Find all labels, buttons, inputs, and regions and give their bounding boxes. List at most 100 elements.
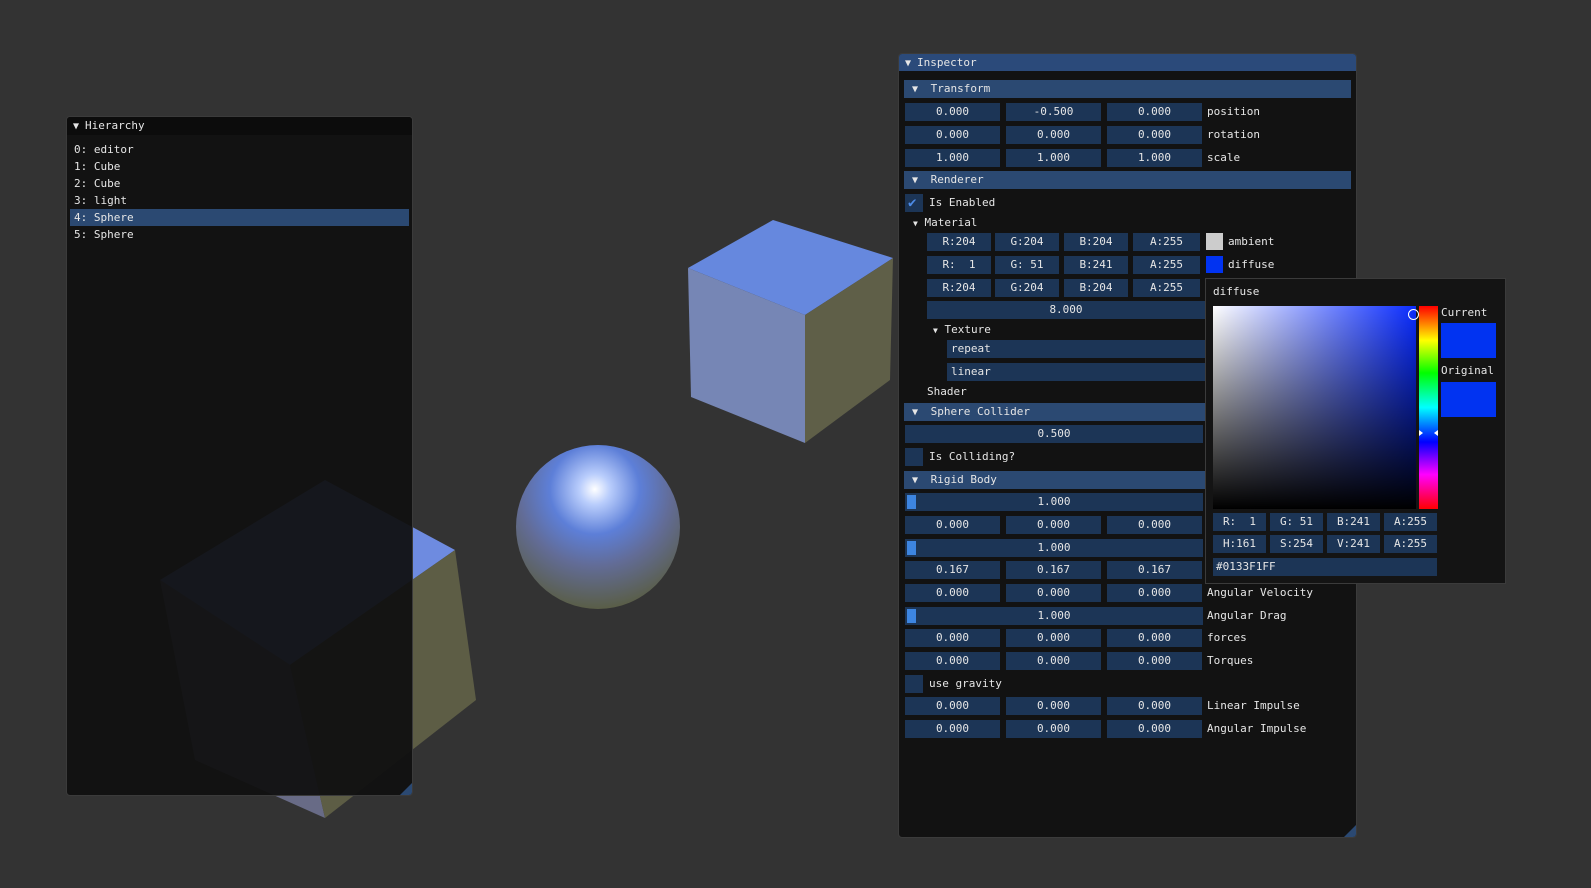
hex-input[interactable]: #0133F1FF xyxy=(1213,558,1437,576)
resize-grip[interactable] xyxy=(400,783,412,795)
collapse-triangle-icon[interactable]: ▼ xyxy=(912,404,924,422)
specular-a-field[interactable]: A:255 xyxy=(1133,279,1200,297)
ambient-a-field[interactable]: A:255 xyxy=(1133,233,1200,251)
angular-impulse-label: Angular Impulse xyxy=(1207,722,1307,735)
hierarchy-item-selected[interactable]: 4: Sphere xyxy=(70,209,409,226)
shader-label[interactable]: Shader xyxy=(927,383,967,401)
saturation-value-square[interactable] xyxy=(1213,306,1419,509)
scale-label: scale xyxy=(1207,151,1241,164)
renderer-header[interactable]: ▼ Renderer xyxy=(904,171,1351,189)
is-enabled-checkbox[interactable]: ✔ xyxy=(905,194,923,212)
picker-h-field[interactable]: H:161 xyxy=(1213,535,1266,553)
picker-s-field[interactable]: S:254 xyxy=(1270,535,1323,553)
forces-z-field[interactable]: 0.000 xyxy=(1107,629,1202,647)
ambient-b-field[interactable]: B:204 xyxy=(1064,233,1128,251)
hue-bar[interactable] xyxy=(1419,306,1438,509)
specular-b-field[interactable]: B:204 xyxy=(1064,279,1128,297)
collider-radius-field[interactable]: 0.500 xyxy=(905,425,1203,443)
inspector-titlebar[interactable]: ▼ Inspector xyxy=(899,54,1356,71)
scale-z-field[interactable]: 1.000 xyxy=(1107,149,1202,167)
slider-grab[interactable] xyxy=(907,609,916,623)
picker-b-field[interactable]: B:241 xyxy=(1327,513,1380,531)
linear-impulse-x-field[interactable]: 0.000 xyxy=(905,697,1000,715)
rotation-y-field[interactable]: 0.000 xyxy=(1006,126,1101,144)
ambient-color-swatch[interactable] xyxy=(1206,233,1223,250)
angular-impulse-y-field[interactable]: 0.000 xyxy=(1006,720,1101,738)
material-label: Material xyxy=(924,216,978,229)
diffuse-g-field[interactable]: G: 51 xyxy=(995,256,1059,274)
collapse-triangle-icon[interactable]: ▼ xyxy=(73,118,85,136)
scale-y-field[interactable]: 1.000 xyxy=(1006,149,1101,167)
use-gravity-checkbox[interactable] xyxy=(905,675,923,693)
ambient-g-field[interactable]: G:204 xyxy=(995,233,1059,251)
linear-impulse-y-field[interactable]: 0.000 xyxy=(1006,697,1101,715)
angular-velocity-label: Angular Velocity xyxy=(1207,586,1313,599)
picker-v-field[interactable]: V:241 xyxy=(1327,535,1380,553)
hierarchy-item[interactable]: 5: Sphere xyxy=(70,226,409,243)
slider-grab[interactable] xyxy=(907,541,916,555)
texture-filter-combo[interactable]: linear xyxy=(947,363,1205,381)
torques-y-field[interactable]: 0.000 xyxy=(1006,652,1101,670)
inertia-x-field[interactable]: 0.167 xyxy=(905,561,1000,579)
material-tree-node[interactable]: ▼ Material xyxy=(913,214,977,232)
linear-impulse-z-field[interactable]: 0.000 xyxy=(1107,697,1202,715)
is-colliding-checkbox[interactable] xyxy=(905,448,923,466)
diffuse-b-field[interactable]: B:241 xyxy=(1064,256,1128,274)
diffuse-r-field[interactable]: R: 1 xyxy=(927,256,991,274)
torques-x-field[interactable]: 0.000 xyxy=(905,652,1000,670)
original-color-swatch[interactable] xyxy=(1441,382,1496,417)
rigid-body-vec-y-field[interactable]: 0.000 xyxy=(1006,516,1101,534)
rigid-body-vec-x-field[interactable]: 0.000 xyxy=(905,516,1000,534)
mass-slider[interactable]: 1.000 xyxy=(905,493,1203,511)
hue-arrow-right-icon[interactable] xyxy=(1434,430,1438,436)
sv-cursor-circle[interactable] xyxy=(1408,309,1419,320)
forces-y-field[interactable]: 0.000 xyxy=(1006,629,1101,647)
angular-velocity-z-field[interactable]: 0.000 xyxy=(1107,584,1202,602)
collapse-triangle-icon[interactable]: ▼ xyxy=(912,81,924,99)
transform-header[interactable]: ▼ Transform xyxy=(904,80,1351,98)
shininess-field[interactable]: 8.000 xyxy=(927,301,1205,319)
position-y-field[interactable]: -0.500 xyxy=(1006,103,1101,121)
picker-alpha-field[interactable]: A:255 xyxy=(1384,535,1437,553)
hierarchy-panel[interactable]: ▼ Hierarchy 0: editor 1: Cube 2: Cube 3: … xyxy=(66,116,413,796)
resize-grip[interactable] xyxy=(1344,825,1356,837)
texture-tree-node[interactable]: ▼ Texture xyxy=(933,321,991,339)
rotation-z-field[interactable]: 0.000 xyxy=(1107,126,1202,144)
specular-g-field[interactable]: G:204 xyxy=(995,279,1059,297)
hierarchy-item[interactable]: 0: editor xyxy=(70,141,409,158)
hierarchy-item[interactable]: 2: Cube xyxy=(70,175,409,192)
angular-impulse-z-field[interactable]: 0.000 xyxy=(1107,720,1202,738)
angular-velocity-y-field[interactable]: 0.000 xyxy=(1006,584,1101,602)
specular-r-field[interactable]: R:204 xyxy=(927,279,991,297)
hue-arrow-left-icon[interactable] xyxy=(1419,430,1423,436)
angular-velocity-x-field[interactable]: 0.000 xyxy=(905,584,1000,602)
ambient-r-field[interactable]: R:204 xyxy=(927,233,991,251)
position-x-field[interactable]: 0.000 xyxy=(905,103,1000,121)
angular-drag-slider[interactable]: 1.000 xyxy=(905,607,1203,625)
hierarchy-item[interactable]: 3: light xyxy=(70,192,409,209)
diffuse-color-swatch[interactable] xyxy=(1206,256,1223,273)
color-picker-popup[interactable]: diffuse Current Original R: 1 G: 51 B:24… xyxy=(1205,278,1506,584)
hierarchy-titlebar[interactable]: ▼ Hierarchy xyxy=(67,117,412,135)
picker-a-field[interactable]: A:255 xyxy=(1384,513,1437,531)
torques-z-field[interactable]: 0.000 xyxy=(1107,652,1202,670)
drag-slider[interactable]: 1.000 xyxy=(905,539,1203,557)
angular-impulse-x-field[interactable]: 0.000 xyxy=(905,720,1000,738)
slider-grab[interactable] xyxy=(907,495,916,509)
collapse-triangle-icon[interactable]: ▼ xyxy=(912,172,924,190)
texture-wrap-combo[interactable]: repeat xyxy=(947,340,1205,358)
inertia-z-field[interactable]: 0.167 xyxy=(1107,561,1202,579)
hierarchy-item[interactable]: 1: Cube xyxy=(70,158,409,175)
forces-x-field[interactable]: 0.000 xyxy=(905,629,1000,647)
diffuse-a-field[interactable]: A:255 xyxy=(1133,256,1200,274)
collapse-triangle-icon[interactable]: ▼ xyxy=(912,472,924,490)
scale-x-field[interactable]: 1.000 xyxy=(905,149,1000,167)
position-z-field[interactable]: 0.000 xyxy=(1107,103,1202,121)
inertia-y-field[interactable]: 0.167 xyxy=(1006,561,1101,579)
picker-g-field[interactable]: G: 51 xyxy=(1270,513,1323,531)
picker-r-field[interactable]: R: 1 xyxy=(1213,513,1266,531)
collapse-triangle-icon[interactable]: ▼ xyxy=(905,55,917,72)
is-colliding-label: Is Colliding? xyxy=(929,450,1016,463)
rigid-body-vec-z-field[interactable]: 0.000 xyxy=(1107,516,1202,534)
rotation-x-field[interactable]: 0.000 xyxy=(905,126,1000,144)
